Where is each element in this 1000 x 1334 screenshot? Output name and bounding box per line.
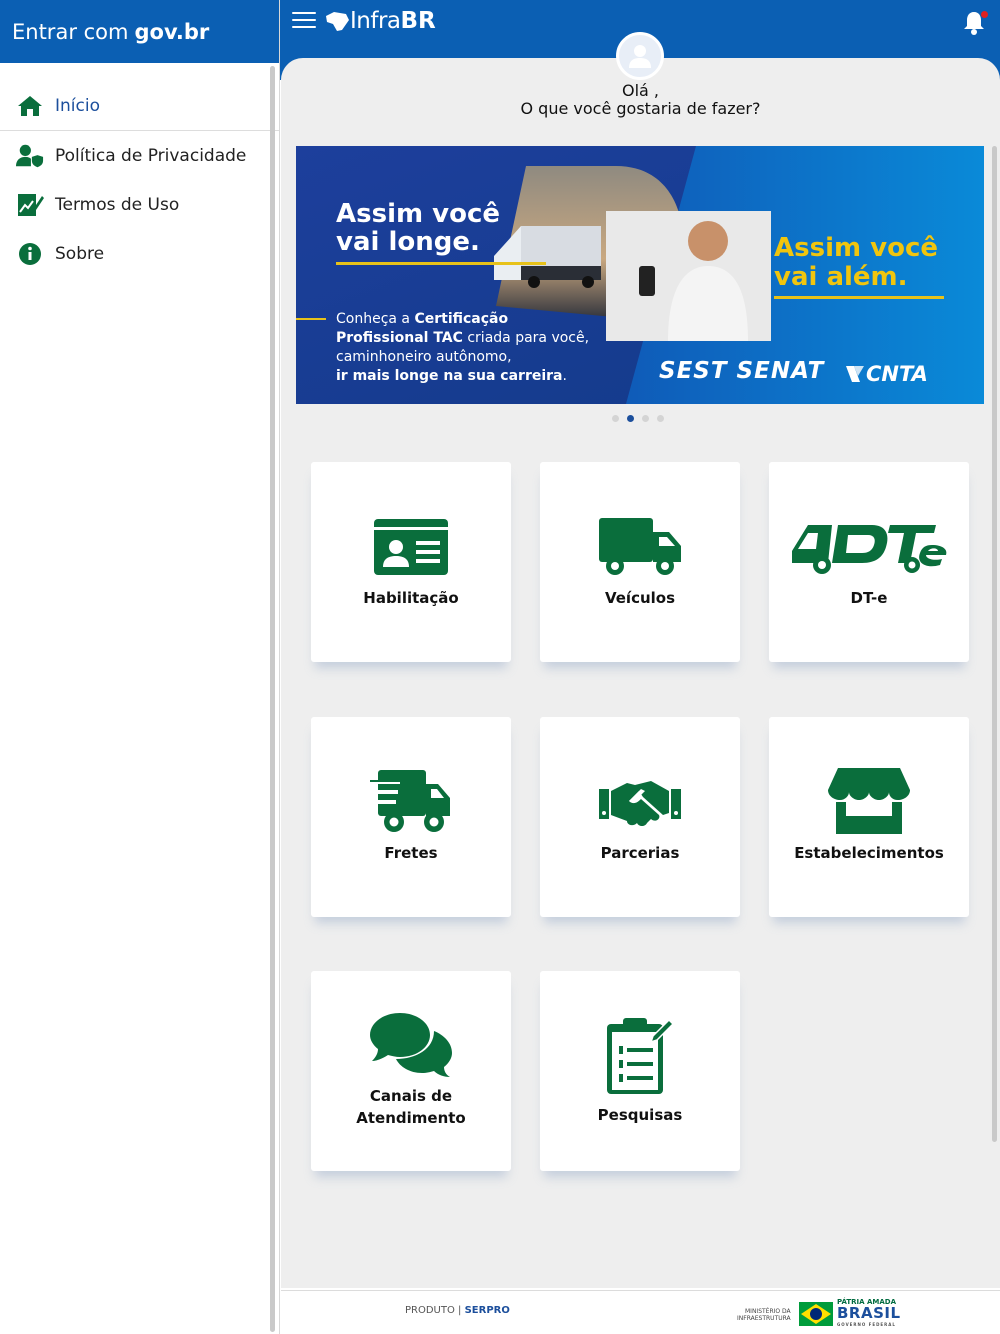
clipboard-list-icon <box>597 1016 683 1096</box>
shipping-fast-icon <box>368 770 454 834</box>
side-menu: Entrar com gov.br Início Política de Pri… <box>0 0 280 1334</box>
cnta-mark-icon <box>846 366 864 382</box>
logo-infra: Infra <box>350 8 401 34</box>
serpro-brand: SERPRO <box>464 1305 510 1316</box>
promo-banner[interactable]: Assim você vai longe. Conheça a Certific… <box>296 146 984 404</box>
banner-right-title-line1: Assim você <box>774 233 938 263</box>
tile-label: Veículos <box>604 589 676 607</box>
carousel-dots <box>612 415 664 422</box>
governo-text: GOVERNO FEDERAL <box>837 1322 896 1327</box>
store-icon <box>826 768 912 834</box>
banner-text-1a: Conheça a <box>336 311 415 327</box>
menu-item-privacidade[interactable]: Política de Privacidade <box>0 131 279 180</box>
handshake-icon <box>597 770 683 834</box>
menu-item-sobre[interactable]: Sobre <box>0 229 279 278</box>
tile-label: DT-e <box>850 589 888 607</box>
tile-dte[interactable]: DT-e <box>769 462 969 662</box>
document-chart-icon <box>16 191 44 219</box>
tile-fretes[interactable]: Fretes <box>311 717 511 917</box>
banner-right-divider <box>774 296 944 299</box>
banner-right-title: Assim você vai além. <box>774 234 938 292</box>
tile-label: Habilitação <box>363 589 459 607</box>
banner-description: Conheça a Certificação Profissional TAC … <box>336 310 589 386</box>
menu-item-termos[interactable]: Termos de Uso <box>0 180 279 229</box>
tile-estabelecimentos[interactable]: Estabelecimentos <box>769 717 969 917</box>
cnta-text: CNTA <box>866 362 928 386</box>
banner-divider <box>336 262 546 265</box>
banner-left-title-line1: Assim você <box>336 199 500 229</box>
ministerio-logo: MINISTÉRIO DA INFRAESTRUTURA <box>737 1308 791 1322</box>
banner-right-title-line2: vai além. <box>774 262 908 292</box>
id-card-icon <box>368 515 454 579</box>
tile-label-line1: Canais de <box>369 1087 453 1105</box>
login-prefix: Entrar com <box>12 19 129 44</box>
menu-label: Sobre <box>55 243 105 264</box>
brasil-text: BRASIL <box>837 1304 901 1322</box>
dte-logo-icon <box>787 515 951 579</box>
tile-pesquisas[interactable]: Pesquisas <box>540 971 740 1171</box>
info-icon <box>16 240 44 268</box>
banner-left-title-line2: vai longe. <box>336 227 480 257</box>
menu-list: Início Política de Privacidade Termos de… <box>0 63 279 278</box>
sest-senat-logo: SEST SENAT <box>659 358 825 384</box>
cnta-logo: CNTA <box>844 362 928 386</box>
carousel-dot[interactable] <box>642 415 649 422</box>
notification-badge <box>981 11 988 18</box>
tile-label: Fretes <box>384 844 438 862</box>
tile-label: Estabelecimentos <box>794 844 944 862</box>
carousel-dot[interactable] <box>612 415 619 422</box>
tile-veiculos[interactable]: Veículos <box>540 462 740 662</box>
ministerio-line1: MINISTÉRIO DA <box>745 1308 791 1315</box>
menu-label: Início <box>55 95 100 116</box>
greeting-hello: Olá , <box>621 81 659 100</box>
banner-text-1b: Certificação <box>414 311 509 327</box>
infrabr-logo: Infra BR <box>324 8 436 34</box>
tile-label: Canais de Atendimento <box>356 1085 465 1129</box>
banner-text-4: ir mais longe na sua carreira <box>336 368 563 384</box>
greeting: Olá , O que você gostaria de fazer? <box>281 82 1000 118</box>
user-icon <box>629 45 651 68</box>
banner-text-3: caminhoneiro autônomo, <box>336 349 512 365</box>
tile-parcerias[interactable]: Parcerias <box>540 717 740 917</box>
banner-text-2a: Profissional TAC <box>336 330 463 346</box>
carousel-dot[interactable] <box>657 415 664 422</box>
serpro-credit: PRODUTO | SERPRO <box>405 1305 510 1316</box>
truck-icon <box>597 515 683 579</box>
menu-toggle-icon[interactable] <box>292 12 316 32</box>
banner-text-divider <box>296 318 326 320</box>
govbr-brand: gov.br <box>134 19 210 44</box>
logo-br: BR <box>400 8 436 34</box>
footer: PRODUTO | SERPRO MINISTÉRIO DA INFRAESTR… <box>281 1290 1000 1334</box>
patria-amada-brasil-logo: PÁTRIA AMADA BRASIL GOVERNO FEDERAL <box>799 1298 901 1329</box>
menu-item-inicio[interactable]: Início <box>0 63 279 131</box>
tile-habilitacao[interactable]: Habilitação <box>311 462 511 662</box>
tile-label-line2: Atendimento <box>356 1109 466 1127</box>
ministerio-line2: INFRAESTRUTURA <box>737 1315 791 1322</box>
govbr-login-button[interactable]: Entrar com gov.br <box>0 0 279 63</box>
home-icon <box>16 92 44 120</box>
tile-label: Parcerias <box>600 844 680 862</box>
user-shield-icon <box>16 142 44 170</box>
tile-label: Pesquisas <box>597 1106 683 1124</box>
banner-text-2b: criada para você, <box>462 330 590 346</box>
product-label: PRODUTO <box>405 1305 455 1316</box>
menu-label: Política de Privacidade <box>55 145 247 166</box>
user-avatar[interactable] <box>616 32 664 80</box>
banner-text-4-end: . <box>562 368 567 384</box>
main-scrollbar[interactable] <box>992 146 997 1142</box>
brazil-flag-icon <box>799 1301 833 1326</box>
banner-left-title: Assim você vai longe. <box>336 200 500 256</box>
carousel-dot-active[interactable] <box>627 415 634 422</box>
sidebar-scrollbar[interactable] <box>270 66 275 1332</box>
brazil-map-icon <box>326 12 349 31</box>
comments-icon <box>368 1013 454 1077</box>
menu-label: Termos de Uso <box>55 194 180 215</box>
tile-canais-atendimento[interactable]: Canais de Atendimento <box>311 971 511 1171</box>
greeting-question: O que você gostaria de fazer? <box>520 99 761 118</box>
